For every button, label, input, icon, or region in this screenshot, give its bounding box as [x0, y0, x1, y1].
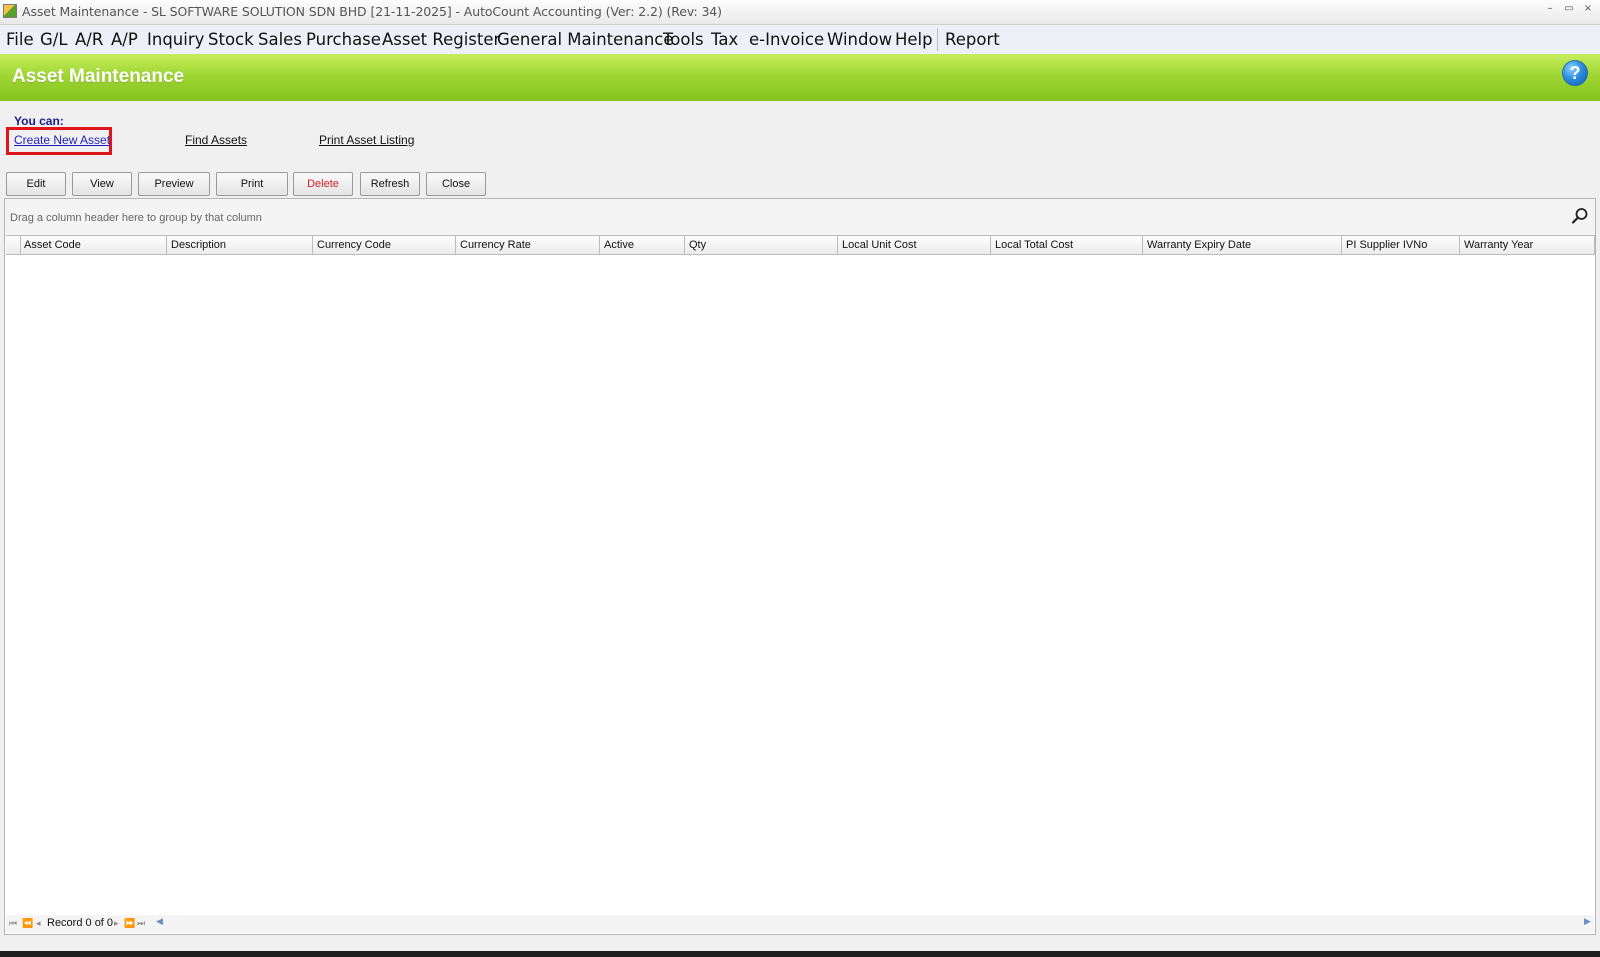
column-qty[interactable]: Qty — [685, 236, 838, 254]
tasks-heading: You can: — [14, 114, 64, 128]
record-navigator: ⏮ ⏪ ◂ Record 0 of 0 ▸ ⏩ ⏭ ◀ ▶ — [6, 915, 1594, 933]
menu-general-maintenance[interactable]: General Maintenance — [497, 30, 674, 49]
column-local-total-cost[interactable]: Local Total Cost — [991, 236, 1143, 254]
column-warranty-expiry-date[interactable]: Warranty Expiry Date — [1143, 236, 1342, 254]
refresh-button[interactable]: Refresh — [360, 172, 420, 196]
restore-button[interactable]: ▭ — [1562, 3, 1576, 14]
menu-bar: File G/L A/R A/P Inquiry Stock Sales Pur… — [0, 25, 1600, 54]
asset-grid[interactable]: Drag a column header here to group by th… — [4, 198, 1596, 935]
menu-window[interactable]: Window — [827, 30, 892, 49]
menu-purchase[interactable]: Purchase — [306, 30, 381, 49]
column-local-unit-cost[interactable]: Local Unit Cost — [838, 236, 991, 254]
menu-ap[interactable]: A/P — [111, 30, 138, 49]
column-currency-rate[interactable]: Currency Rate — [456, 236, 600, 254]
help-icon[interactable]: ? — [1562, 60, 1588, 86]
view-button[interactable]: View — [72, 172, 132, 196]
close-window-button[interactable]: × — [1581, 3, 1595, 14]
column-currency-code[interactable]: Currency Code — [313, 236, 456, 254]
previous-record-icon[interactable]: ◂ — [36, 917, 41, 931]
scroll-left-icon[interactable]: ◀ — [156, 917, 163, 927]
menu-asset-register[interactable]: Asset Register — [382, 30, 500, 49]
menu-tax[interactable]: Tax — [711, 30, 738, 49]
group-by-hint: Drag a column header here to group by th… — [10, 212, 262, 224]
print-button[interactable]: Print — [216, 172, 288, 196]
row-indicator-column — [6, 236, 21, 254]
record-count: Record 0 of 0 — [47, 917, 114, 929]
menu-file[interactable]: File — [6, 30, 34, 49]
menu-e-invoice[interactable]: e-Invoice — [749, 30, 824, 49]
menu-stock[interactable]: Stock — [208, 30, 254, 49]
window-title: Asset Maintenance - SL SOFTWARE SOLUTION… — [22, 4, 722, 19]
menu-ar[interactable]: A/R — [75, 30, 103, 49]
taskbar-edge — [0, 951, 1600, 957]
edit-button[interactable]: Edit — [6, 172, 66, 196]
menu-sales[interactable]: Sales — [258, 30, 302, 49]
menu-report[interactable]: Report — [945, 30, 1000, 49]
create-new-asset-link[interactable]: Create New Asset — [14, 133, 110, 147]
search-icon[interactable] — [1570, 206, 1590, 226]
delete-button[interactable]: Delete — [293, 172, 353, 196]
menu-gl[interactable]: G/L — [40, 30, 68, 49]
first-page-icon[interactable]: ⏮ — [9, 917, 17, 931]
last-page-icon[interactable]: ⏭ — [137, 917, 145, 931]
close-button[interactable]: Close — [426, 172, 486, 196]
app-icon — [3, 4, 17, 18]
scroll-right-icon[interactable]: ▶ — [1584, 917, 1591, 927]
column-warranty-year[interactable]: Warranty Year — [1460, 236, 1595, 254]
minimize-button[interactable]: – — [1543, 3, 1557, 14]
previous-page-icon[interactable]: ⏪ — [22, 917, 33, 931]
menu-help[interactable]: Help — [895, 30, 933, 49]
preview-button[interactable]: Preview — [138, 172, 210, 196]
group-by-panel[interactable]: Drag a column header here to group by th… — [5, 199, 1595, 236]
column-asset-code[interactable]: Asset Code — [20, 236, 167, 254]
column-active[interactable]: Active — [600, 236, 685, 254]
print-asset-listing-link[interactable]: Print Asset Listing — [319, 133, 414, 147]
find-assets-link[interactable]: Find Assets — [185, 133, 247, 147]
page-banner: Asset Maintenance ? — [0, 54, 1600, 101]
title-bar: Asset Maintenance - SL SOFTWARE SOLUTION… — [0, 0, 1600, 25]
menu-inquiry[interactable]: Inquiry — [147, 30, 204, 49]
grid-header-row: Asset Code Description Currency Code Cur… — [6, 235, 1595, 255]
menu-tools[interactable]: Tools — [663, 30, 704, 49]
next-page-icon[interactable]: ⏩ — [124, 917, 135, 931]
column-description[interactable]: Description — [167, 236, 313, 254]
next-record-icon[interactable]: ▸ — [114, 917, 119, 931]
menu-separator — [937, 28, 938, 51]
page-title: Asset Maintenance — [12, 66, 185, 87]
column-pi-supplier-ivno[interactable]: PI Supplier IVNo — [1342, 236, 1460, 254]
